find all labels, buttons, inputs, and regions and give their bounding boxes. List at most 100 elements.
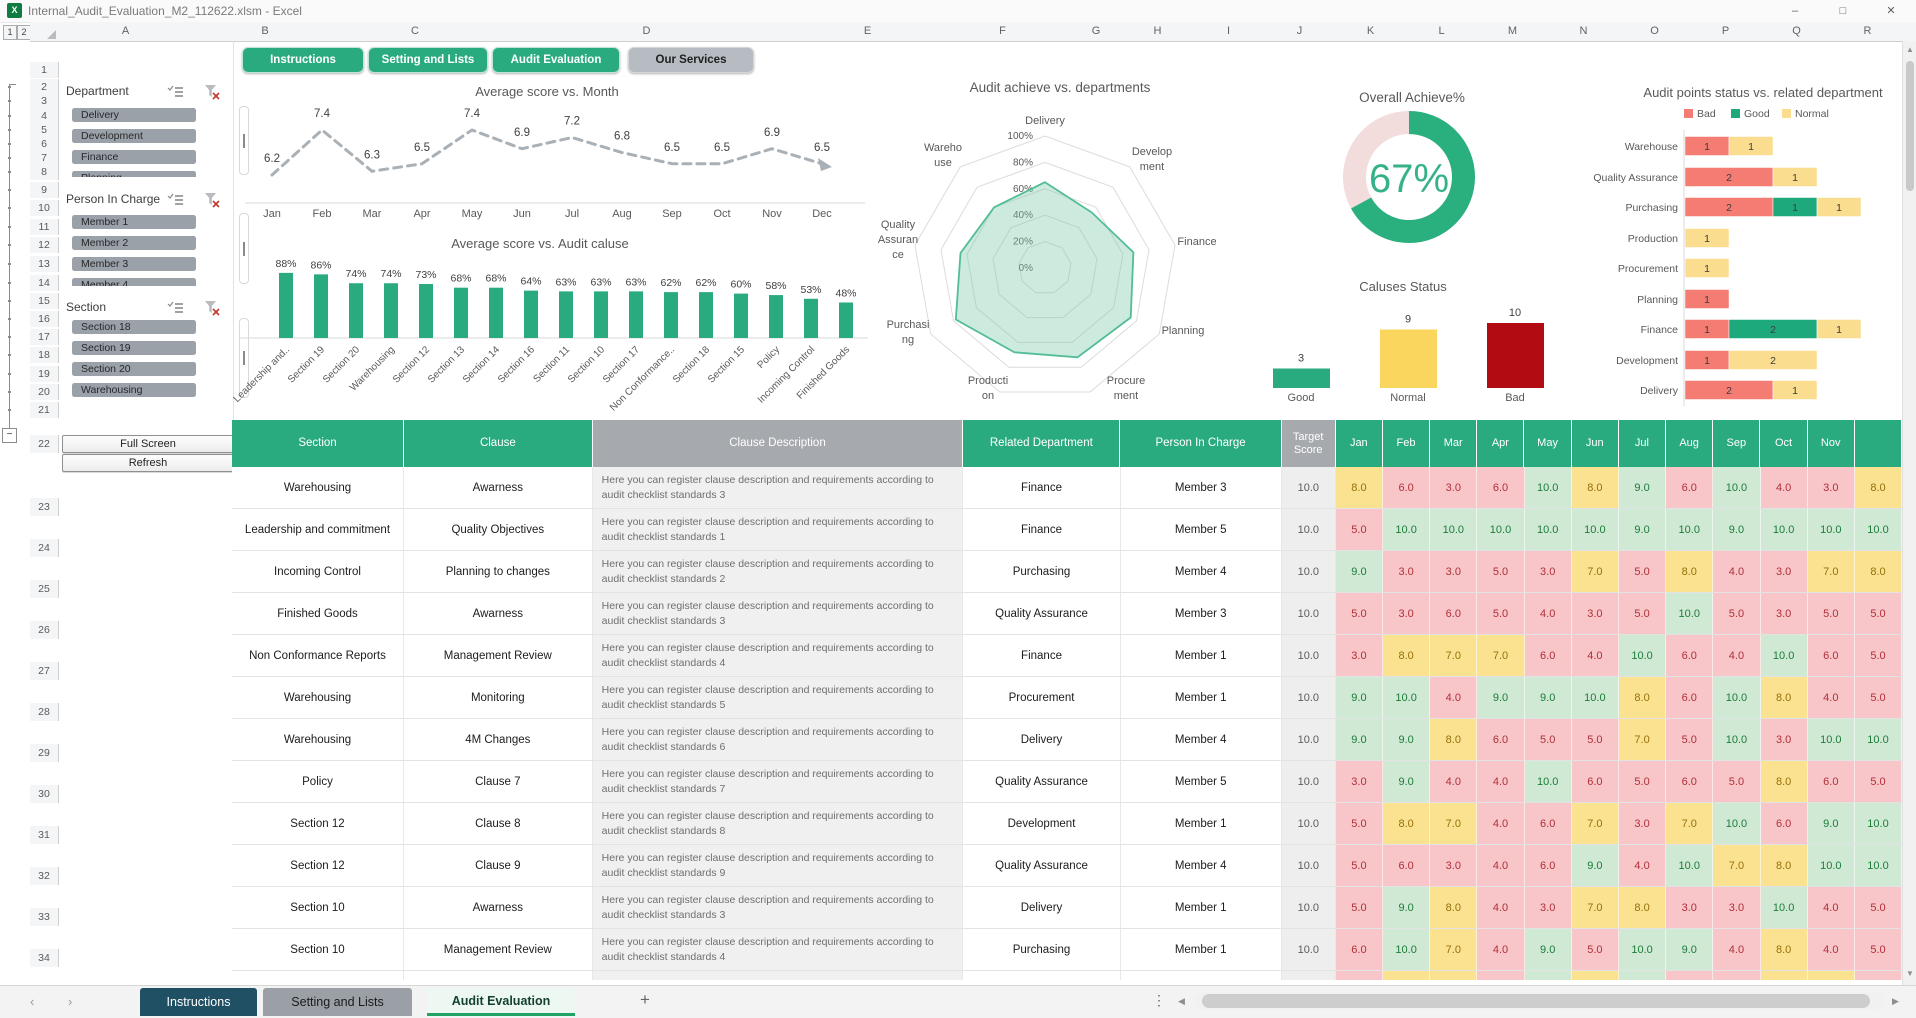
cell-score-month-1[interactable]: 6.0: [1336, 929, 1383, 970]
cell-score-month-3[interactable]: 8.0: [1430, 887, 1477, 928]
cell-section[interactable]: Incoming Control: [232, 551, 404, 592]
table-header-month-may[interactable]: May: [1524, 420, 1571, 467]
cell-score-month-7[interactable]: 3.0: [1619, 803, 1666, 844]
cell-target-score[interactable]: 10.0: [1282, 845, 1336, 886]
cell-related-department[interactable]: Finance: [963, 467, 1120, 508]
cell-score-month-6[interactable]: 7.0: [1572, 887, 1619, 928]
cell-score-month-2[interactable]: 6.0: [1383, 845, 1430, 886]
cell-score-month-1[interactable]: 9.0: [1336, 677, 1383, 718]
cell-score-month-3[interactable]: 7.0: [1430, 971, 1477, 980]
cell-person-in-charge[interactable]: Member 4: [1121, 845, 1282, 886]
cell-description[interactable]: Here you can register clause description…: [593, 635, 964, 676]
close-button[interactable]: ✕: [1868, 0, 1914, 22]
table-header-person-in-charge[interactable]: Person In Charge: [1120, 420, 1281, 467]
cell-score-month-3[interactable]: 3.0: [1430, 551, 1477, 592]
row-header-24[interactable]: 24: [30, 539, 59, 557]
cell-score-month-7[interactable]: 7.0: [1619, 719, 1666, 760]
slicer-item-planning[interactable]: Planning: [72, 171, 196, 177]
cell-score-month-10[interactable]: 10.0: [1761, 509, 1808, 550]
cell-score-month-12[interactable]: 10.0: [1855, 719, 1902, 760]
cell-score-month-9[interactable]: 5.0: [1713, 971, 1760, 980]
column-header-F[interactable]: F: [935, 22, 1071, 42]
cell-score-month-10[interactable]: 8.0: [1761, 761, 1808, 802]
cell-description[interactable]: Here you can register clause description…: [593, 845, 964, 886]
cell-person-in-charge[interactable]: Member 4: [1121, 551, 1282, 592]
cell-description[interactable]: Here you can register clause description…: [593, 803, 964, 844]
nav-button-setting-and-lists[interactable]: Setting and Lists: [368, 47, 488, 73]
nav-button-instructions[interactable]: Instructions: [242, 47, 364, 73]
cell-clause[interactable]: Clause 7: [404, 761, 593, 802]
cell-score-month-11[interactable]: 4.0: [1808, 887, 1855, 928]
column-header-B[interactable]: B: [193, 22, 338, 42]
cell-description[interactable]: Here you can register clause description…: [593, 677, 964, 718]
cell-score-month-11[interactable]: 10.0: [1808, 509, 1855, 550]
slicer-item-member-2[interactable]: Member 2: [72, 236, 196, 250]
slicer-scrollbar[interactable]: [239, 213, 249, 284]
cell-score-month-11[interactable]: 9.0: [1808, 803, 1855, 844]
cell-clause[interactable]: Management Review: [404, 929, 593, 970]
cell-score-month-4[interactable]: 4.0: [1477, 887, 1524, 928]
action-button-full-screen[interactable]: Full Screen: [62, 435, 234, 453]
cell-score-month-9[interactable]: 9.0: [1713, 509, 1760, 550]
cell-score-month-6[interactable]: 6.0: [1572, 761, 1619, 802]
cell-score-month-5[interactable]: 10.0: [1525, 761, 1572, 802]
cell-description[interactable]: Here you can register clause description…: [593, 887, 964, 928]
slicer-item-member-4[interactable]: Member 4: [72, 278, 196, 286]
cell-score-month-11[interactable]: 3.0: [1808, 467, 1855, 508]
cell-score-month-2[interactable]: 8.0: [1383, 803, 1430, 844]
cell-score-month-6[interactable]: 10.0: [1572, 509, 1619, 550]
cell-score-month-10[interactable]: 7.0: [1761, 971, 1808, 980]
cell-person-in-charge[interactable]: Member 3: [1121, 593, 1282, 634]
cell-score-month-1[interactable]: 5.0: [1336, 887, 1383, 928]
slicer-item-finance[interactable]: Finance: [72, 150, 196, 164]
cell-score-month-4[interactable]: 6.0: [1477, 467, 1524, 508]
cell-clause[interactable]: Clause 8: [404, 803, 593, 844]
table-header-month-oct[interactable]: Oct: [1760, 420, 1807, 467]
slicer-scrollbar[interactable]: [239, 318, 249, 398]
row-header-21[interactable]: 21: [30, 402, 59, 418]
cell-score-month-9[interactable]: 3.0: [1713, 887, 1760, 928]
cell-score-month-8[interactable]: 10.0: [1666, 845, 1713, 886]
cell-clause[interactable]: Quality Objectives: [404, 509, 593, 550]
row-header-1[interactable]: 1: [30, 62, 59, 78]
cell-score-month-11[interactable]: 6.0: [1808, 761, 1855, 802]
sheet-tab-setting-and-lists[interactable]: Setting and Lists: [263, 988, 412, 1016]
table-header-section[interactable]: Section: [232, 420, 404, 467]
maximize-button[interactable]: □: [1820, 0, 1866, 22]
nav-button-audit-evaluation[interactable]: Audit Evaluation: [492, 47, 620, 73]
cell-related-department[interactable]: Quality Assurance: [963, 593, 1120, 634]
new-sheet-button[interactable]: +: [640, 990, 650, 1010]
cell-score-month-1[interactable]: 5.0: [1336, 509, 1383, 550]
cell-related-department[interactable]: Finance: [963, 635, 1120, 676]
cell-person-in-charge[interactable]: Member 4: [1121, 719, 1282, 760]
column-header-K[interactable]: K: [1335, 22, 1407, 42]
cell-section[interactable]: Section 10: [232, 887, 404, 928]
cell-score-month-1[interactable]: 8.0: [1336, 467, 1383, 508]
cell-score-month-12[interactable]: 5.0: [1855, 887, 1902, 928]
cell-score-month-9[interactable]: 10.0: [1713, 803, 1760, 844]
cell-section[interactable]: Leadership and commitment: [232, 509, 404, 550]
cell-score-month-4[interactable]: 4.0: [1477, 803, 1524, 844]
column-header-A[interactable]: A: [58, 22, 194, 42]
cell-clause[interactable]: Monitoring: [404, 971, 593, 980]
cell-score-month-10[interactable]: 8.0: [1761, 677, 1808, 718]
cell-score-month-4[interactable]: 5.0: [1477, 593, 1524, 634]
cell-score-month-2[interactable]: 8.0: [1383, 635, 1430, 676]
slicer-scroll-thumb[interactable]: [243, 351, 245, 365]
cell-target-score[interactable]: 10.0: [1282, 635, 1336, 676]
cell-score-month-6[interactable]: 7.0: [1572, 551, 1619, 592]
cell-score-month-5[interactable]: 9.0: [1525, 929, 1572, 970]
row-header-30[interactable]: 30: [30, 785, 59, 803]
cell-score-month-3[interactable]: 3.0: [1430, 845, 1477, 886]
column-header-E[interactable]: E: [800, 22, 936, 42]
cell-score-month-8[interactable]: 10.0: [1666, 593, 1713, 634]
column-header-I[interactable]: I: [1193, 22, 1265, 42]
slicer-item-development[interactable]: Development: [72, 129, 196, 143]
cell-related-department[interactable]: Development: [963, 803, 1120, 844]
row-header-26[interactable]: 26: [30, 621, 59, 639]
cell-score-month-4[interactable]: 4.0: [1477, 929, 1524, 970]
row-header-34[interactable]: 34: [30, 949, 59, 967]
nav-button-our-services[interactable]: Our Services: [628, 47, 754, 73]
cell-description[interactable]: Here you can register clause description…: [593, 929, 964, 970]
table-header-month-jan[interactable]: Jan: [1336, 420, 1383, 467]
